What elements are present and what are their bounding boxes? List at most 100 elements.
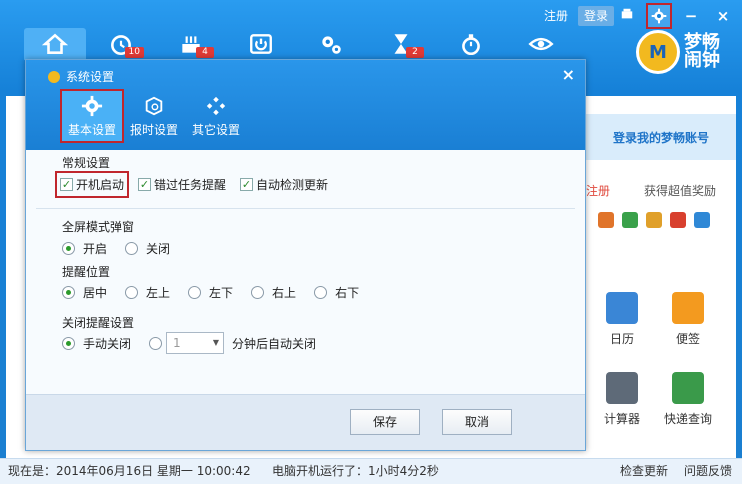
brand: M 梦畅闹钟	[636, 30, 728, 74]
save-button[interactable]: 保存	[350, 409, 420, 435]
register-link[interactable]: 注册	[538, 6, 574, 26]
window-controls: − ×	[616, 3, 734, 29]
login-button[interactable]: 登录	[577, 6, 614, 26]
toolbar-eye[interactable]	[506, 28, 576, 60]
check-icon: ✓	[60, 178, 73, 191]
tile-label: 便签	[675, 332, 700, 346]
check-icon: ✓	[138, 178, 152, 191]
reward-link[interactable]: 获得超值奖励	[644, 182, 716, 199]
note-icon	[672, 292, 704, 324]
home-icon	[42, 33, 68, 54]
stopwatch-icon	[462, 34, 480, 56]
cancel-button[interactable]: 取消	[442, 409, 512, 435]
fullscreen-title: 全屏模式弹窗	[62, 220, 135, 234]
tab-label: 报时设置	[129, 123, 178, 137]
auto-update-checkbox[interactable]: ✓ 自动检测更新	[240, 176, 328, 193]
position-bottom-right-radio[interactable]: 右下	[314, 284, 359, 301]
register-link-panel[interactable]: 注册	[586, 182, 610, 199]
tile-label: 日历	[609, 332, 634, 346]
store-icon[interactable]	[694, 212, 710, 228]
tab-other-settings[interactable]: 其它设置	[185, 90, 247, 142]
cube-icon	[145, 96, 163, 116]
position-center-radio[interactable]: 居中	[62, 284, 107, 301]
brand-name: 梦畅闹钟	[684, 32, 720, 71]
dialog-body: 常规设置 ✓ 开机启动 ✓ 错过任务提醒 ✓ 自动检测更新 全屏模式弹窗 开启	[26, 150, 585, 396]
toolbar-stopwatch[interactable]	[436, 28, 506, 60]
tile-calendar[interactable]: 日历	[592, 292, 652, 347]
gear-icon	[651, 8, 667, 24]
toolbar-alarm[interactable]: 10	[86, 28, 156, 60]
position-options: 居中 左上 左下 右上 右下	[62, 284, 377, 301]
feedback-link[interactable]: 问题反馈	[684, 459, 732, 483]
section-divider	[36, 208, 575, 209]
minimize-button[interactable]: −	[680, 5, 702, 27]
dialog-footer: 保存 取消	[26, 394, 585, 450]
toolbar-tasks[interactable]	[296, 28, 366, 60]
account-links: 注册 登录	[538, 6, 614, 26]
startup-checkbox[interactable]: ✓ 开机启动	[54, 171, 130, 198]
tile-calculator[interactable]: 计算器	[592, 372, 652, 427]
gear-icon	[81, 95, 103, 117]
toolbar-countdown[interactable]: 2	[366, 28, 436, 60]
app-icon	[48, 70, 60, 83]
mini-icon-row	[598, 212, 710, 228]
close-setting-title: 关闭提醒设置	[62, 316, 135, 330]
general-options: ✓ 开机启动 ✓ 错过任务提醒 ✓ 自动检测更新	[54, 171, 328, 198]
auto-close-suffix: 分钟后自动关闭	[232, 336, 317, 351]
tile-express[interactable]: 快递查询	[658, 372, 718, 427]
toolbar-home[interactable]	[24, 28, 86, 60]
check-update-link[interactable]: 检查更新	[620, 459, 668, 483]
missed-task-checkbox[interactable]: ✓ 错过任务提醒	[138, 176, 226, 193]
login-card[interactable]: 登录我的梦畅账号	[586, 114, 736, 160]
dialog-header: 系统设置 × 基本设置 报时设置 其它设置	[26, 60, 585, 150]
gift-icon[interactable]	[598, 212, 614, 228]
settings-dialog: 系统设置 × 基本设置 报时设置 其它设置 常规设置 ✓ 开机启动 ✓ 错过任务…	[25, 59, 586, 451]
general-settings-title: 常规设置	[62, 156, 111, 170]
toolbar-birthday[interactable]: 4	[156, 28, 226, 60]
dialog-tabs: 基本设置 报时设置 其它设置	[60, 89, 247, 143]
birthday-badge: 4	[196, 47, 214, 58]
uptime: 电脑开机运行了：1小时4分2秒	[272, 464, 439, 478]
brand-logo: M	[636, 30, 680, 74]
tab-basic-settings[interactable]: 基本设置	[60, 89, 124, 143]
position-title: 提醒位置	[62, 265, 111, 279]
diamonds-icon	[206, 96, 226, 116]
status-bar: 现在是：2014年06月16日 星期一 10:00:42 电脑开机运行了：1小时…	[0, 458, 742, 484]
tab-label: 其它设置	[191, 123, 240, 137]
skin-icon[interactable]	[616, 5, 638, 27]
countdown-badge: 2	[406, 47, 424, 58]
position-bottom-left-radio[interactable]: 左下	[188, 284, 233, 301]
toolbar-shutdown[interactable]	[226, 28, 296, 60]
power-icon	[250, 34, 272, 54]
tile-label: 计算器	[603, 412, 640, 426]
calendar-icon	[606, 292, 638, 324]
current-time: 现在是：2014年06月16日 星期一 10:00:42	[8, 464, 251, 478]
auto-close-radio[interactable]	[149, 336, 163, 350]
dialog-close-button[interactable]: ×	[562, 65, 575, 84]
tab-label: 基本设置	[67, 123, 116, 137]
auto-close-minutes-select[interactable]: 1	[166, 332, 225, 354]
tile-label: 快递查询	[663, 412, 712, 426]
tile-notes[interactable]: 便签	[658, 292, 718, 347]
settings-button[interactable]	[646, 3, 672, 29]
fullscreen-off-radio[interactable]: 关闭	[125, 240, 170, 257]
position-top-right-radio[interactable]: 右上	[251, 284, 296, 301]
eye-icon	[528, 37, 554, 51]
fullscreen-on-radio[interactable]: 开启	[62, 240, 107, 257]
calendar-icon[interactable]	[646, 212, 662, 228]
check-icon: ✓	[240, 178, 254, 191]
leaf-icon[interactable]	[622, 212, 638, 228]
present-icon[interactable]	[670, 212, 686, 228]
dialog-title-text: 系统设置	[66, 70, 115, 84]
calculator-icon	[606, 372, 638, 404]
dialog-title: 系统设置	[48, 68, 114, 85]
main-toolbar: 10 4 2	[24, 28, 576, 60]
alarm-badge: 10	[124, 47, 144, 58]
fullscreen-options: 开启 关闭	[62, 240, 188, 257]
truck-icon	[672, 372, 704, 404]
close-button[interactable]: ×	[712, 5, 734, 27]
manual-close-radio[interactable]: 手动关闭	[62, 335, 131, 352]
position-top-left-radio[interactable]: 左上	[125, 284, 170, 301]
close-setting-options: 手动关闭 1 分钟后自动关闭	[62, 332, 316, 354]
tab-chime-settings[interactable]: 报时设置	[123, 90, 185, 142]
